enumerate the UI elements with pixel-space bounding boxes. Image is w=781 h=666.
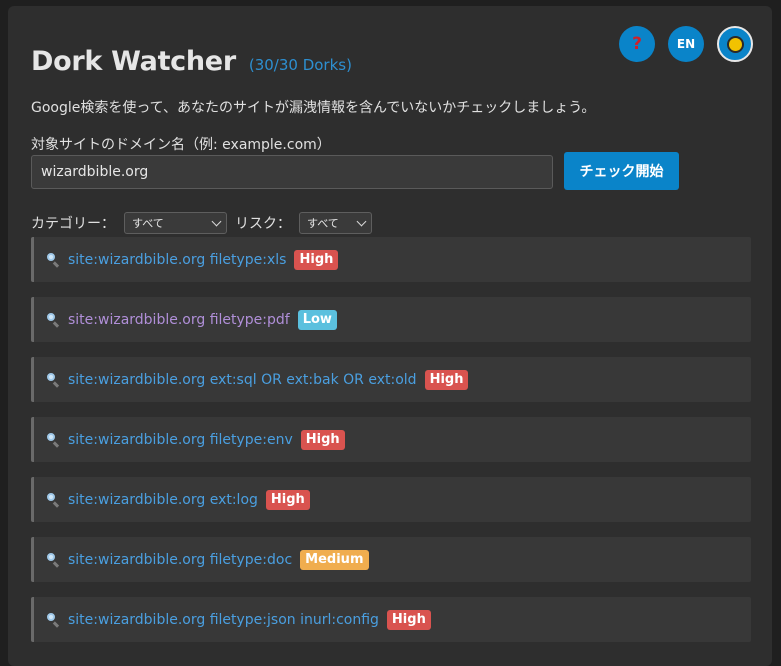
header: Dork Watcher (30/30 Dorks) [31,46,352,77]
dork-count: (30/30 Dorks) [248,56,352,74]
magnifier-icon [46,252,62,268]
magnifier-icon [46,312,62,328]
dork-list-item: site:wizardbible.org filetype:env High [31,417,751,462]
category-filter-label: カテゴリー： [31,216,115,232]
filter-bar: カテゴリー： すべて リスク： すべて [31,212,372,234]
risk-badge: High [294,249,339,270]
risk-badge: High [386,609,431,630]
top-button-group: ? EN [619,26,753,62]
magnifier-icon [46,372,62,388]
page-description: Google検索を使って、あなたのサイトが漏洩情報を含んでいないかチェックしまし… [31,100,596,116]
risk-badge: Medium [300,549,369,570]
main-panel: ? EN Dork Watcher (30/30 Dorks) Google検索… [8,6,772,666]
dork-query-link[interactable]: site:wizardbible.org filetype:env [68,432,293,448]
page-title: Dork Watcher [31,46,236,77]
check-start-button[interactable]: チェック開始 [564,152,679,190]
risk-badge: High [265,489,310,510]
theme-toggle-button[interactable] [717,26,753,62]
category-select-value: すべて [132,217,164,230]
dork-list-item: site:wizardbible.org ext:log High [31,477,751,522]
sun-icon [728,37,742,51]
question-mark-icon: ? [632,33,642,54]
language-button[interactable]: EN [668,26,704,62]
risk-badge: High [424,369,469,390]
dork-list-item: site:wizardbible.org filetype:pdf Low [31,297,751,342]
dork-query-link[interactable]: site:wizardbible.org filetype:doc [68,552,292,568]
category-select[interactable]: すべて [124,212,227,234]
domain-label: 対象サイトのドメイン名（例: example.com） [31,137,331,153]
dork-list-item: site:wizardbible.org filetype:doc Medium [31,537,751,582]
risk-badge: Low [297,309,337,330]
dork-query-link[interactable]: site:wizardbible.org filetype:pdf [68,312,290,328]
chevron-down-icon [356,216,367,227]
help-button[interactable]: ? [619,26,655,62]
risk-filter-label: リスク： [235,216,291,232]
dork-list-item: site:wizardbible.org ext:sql OR ext:bak … [31,357,751,402]
dork-list-item: site:wizardbible.org filetype:xls High [31,237,751,282]
magnifier-icon [46,612,62,628]
risk-select-value: すべて [307,217,339,230]
dork-query-link[interactable]: site:wizardbible.org ext:log [68,492,258,508]
language-label: EN [676,37,696,51]
domain-input[interactable] [31,155,553,189]
chevron-down-icon [211,216,222,227]
dork-query-link[interactable]: site:wizardbible.org filetype:xls [68,252,286,268]
risk-select[interactable]: すべて [299,212,372,234]
dork-list-item: site:wizardbible.org filetype:json inurl… [31,597,751,642]
magnifier-icon [46,492,62,508]
dork-query-link[interactable]: site:wizardbible.org filetype:json inurl… [68,612,379,628]
magnifier-icon [46,552,62,568]
magnifier-icon [46,432,62,448]
dork-query-link[interactable]: site:wizardbible.org ext:sql OR ext:bak … [68,372,417,388]
dork-list: site:wizardbible.org filetype:xls High sit… [31,237,751,657]
risk-badge: High [300,429,345,450]
